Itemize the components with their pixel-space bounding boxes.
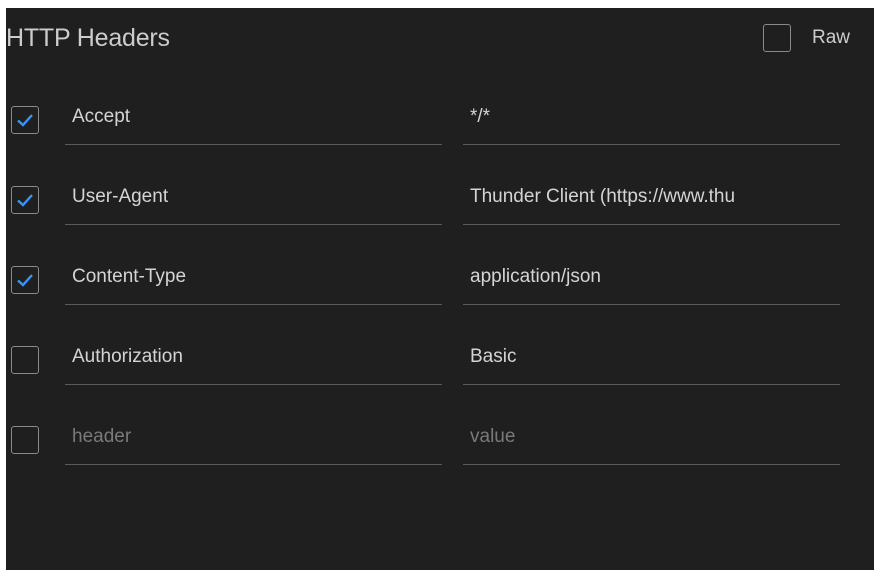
raw-label: Raw xyxy=(812,27,851,48)
raw-toggle[interactable]: Raw xyxy=(763,24,851,52)
header-value-field[interactable]: Thunder Client (https://www.thu xyxy=(463,169,840,225)
header-value-field[interactable]: application/json xyxy=(463,249,840,305)
checkmark-icon xyxy=(17,194,33,207)
new-header-row: header value xyxy=(6,409,874,489)
new-header-enabled-checkbox[interactable] xyxy=(11,426,39,454)
header-name-field[interactable]: Accept xyxy=(65,89,442,145)
header-name-field[interactable]: Content-Type xyxy=(65,249,442,305)
header-value-field[interactable]: Basic xyxy=(463,329,840,385)
checkmark-icon xyxy=(17,274,33,287)
header-name-field[interactable]: User-Agent xyxy=(65,169,442,225)
header-enabled-checkbox[interactable] xyxy=(11,106,39,134)
header-row: User-Agent Thunder Client (https://www.t… xyxy=(6,169,874,249)
new-header-value-input[interactable]: value xyxy=(463,409,840,465)
checkmark-icon xyxy=(17,114,33,127)
header-name-field[interactable]: Authorization xyxy=(65,329,442,385)
header-enabled-checkbox[interactable] xyxy=(11,266,39,294)
header-value-field[interactable]: */* xyxy=(463,89,840,145)
panel-title: HTTP Headers xyxy=(6,24,170,52)
http-headers-panel: HTTP Headers Raw Accept */* User-Agent T… xyxy=(6,8,874,570)
header-row: Authorization Basic xyxy=(6,329,874,409)
header-row: Accept */* xyxy=(6,89,874,169)
header-row: Content-Type application/json xyxy=(6,249,874,329)
new-header-name-input[interactable]: header xyxy=(65,409,442,465)
header-enabled-checkbox[interactable] xyxy=(11,346,39,374)
raw-checkbox[interactable] xyxy=(763,24,791,52)
header-enabled-checkbox[interactable] xyxy=(11,186,39,214)
